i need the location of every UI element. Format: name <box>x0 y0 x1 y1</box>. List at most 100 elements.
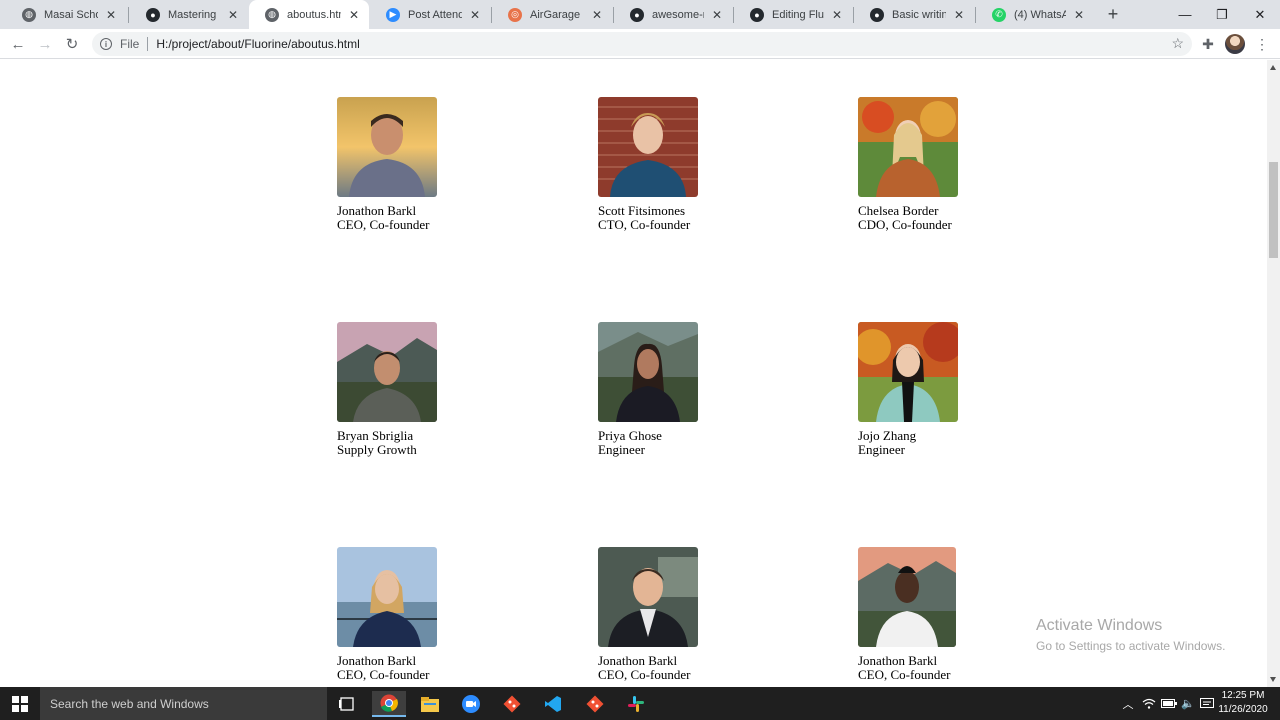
github-icon: ● <box>630 7 644 22</box>
close-icon[interactable]: ✕ <box>347 8 361 22</box>
team-member: Bryan Sbriglia Supply Growth <box>337 322 497 457</box>
tab-editing-fluorine[interactable]: ● Editing Fluorine ✕ <box>734 0 852 29</box>
globe-icon: ◍ <box>22 7 36 22</box>
vscode-icon[interactable] <box>536 691 570 717</box>
chrome-icon[interactable] <box>372 691 406 717</box>
tab-airgarage[interactable]: ◎ AirGarage ✕ <box>492 0 612 29</box>
windows-taskbar: Search the web and Windows ︿ 🔈 12:25 PM … <box>0 687 1280 720</box>
clock-date: 11/26/2020 <box>1218 704 1268 715</box>
globe-icon: ◍ <box>265 7 279 22</box>
tab-strip: ◍ Masai School ✕ ● Mastering Markdown ✕ … <box>0 0 1280 29</box>
bookmark-star-icon[interactable]: ☆ <box>1171 35 1184 52</box>
member-name: Jonathon Barkl <box>337 203 417 218</box>
new-tab-button[interactable]: + <box>1102 3 1124 25</box>
team-member: Jojo Zhang Engineer <box>858 322 1018 457</box>
team-member: Jonathon Barkl CEO, Co-founder <box>337 547 497 682</box>
tab-awesome-readme[interactable]: ● awesome-readme ✕ <box>614 0 732 29</box>
activate-windows-watermark: Activate Windows Go to Settings to activ… <box>1036 617 1225 653</box>
file-explorer-icon[interactable] <box>413 691 447 717</box>
battery-icon[interactable] <box>1160 687 1178 720</box>
watermark-title: Activate Windows <box>1036 617 1163 634</box>
github-icon: ● <box>146 7 160 22</box>
member-photo <box>598 97 698 197</box>
address-bar[interactable]: i File H:/project/about/Fluorine/aboutus… <box>92 32 1192 56</box>
task-view-icon[interactable] <box>330 691 364 717</box>
member-photo <box>858 97 958 197</box>
tab-label: Editing Fluorine <box>772 8 824 21</box>
team-member: Jonathon Barkl CEO, Co-founder <box>858 547 1018 682</box>
team-member: Priya Ghose Engineer <box>598 322 758 457</box>
tab-label: Post Attendee <box>408 8 462 21</box>
taskbar-clock[interactable]: 12:25 PM 11/26/2020 <box>1216 689 1270 717</box>
tab-label: Mastering Markdown <box>168 8 220 21</box>
close-icon[interactable]: ✕ <box>104 8 118 22</box>
address-scheme: File <box>120 37 140 51</box>
info-icon[interactable]: i <box>100 38 112 50</box>
tab-masai-school[interactable]: ◍ Masai School ✕ <box>6 0 126 29</box>
member-photo <box>337 547 437 647</box>
close-icon[interactable]: ✕ <box>1072 8 1086 22</box>
menu-icon[interactable]: ⋮ <box>1251 33 1273 55</box>
member-role: CEO, Co-founder <box>337 217 430 232</box>
member-photo <box>858 322 958 422</box>
member-role: CDO, Co-founder <box>858 217 952 232</box>
start-button[interactable] <box>0 687 40 720</box>
tab-separator <box>128 7 129 23</box>
close-icon[interactable]: ✕ <box>830 8 844 22</box>
back-button[interactable]: ← <box>7 33 29 55</box>
member-name: Priya Ghose <box>598 428 662 443</box>
taskbar-search-input[interactable]: Search the web and Windows <box>40 687 327 720</box>
page-scrollbar[interactable] <box>1267 60 1280 687</box>
member-photo <box>598 547 698 647</box>
tab-mastering-markdown[interactable]: ● Mastering Markdown ✕ <box>130 0 248 29</box>
team-member: Jonathon Barkl CEO, Co-founder <box>598 547 758 682</box>
profile-avatar[interactable] <box>1225 34 1245 54</box>
tab-whatsapp[interactable]: ✆ (4) WhatsApp ✕ <box>976 0 1094 29</box>
team-member: Scott Fitsimones CTO, Co-founder <box>598 97 758 232</box>
team-member: Jonathon Barkl CEO, Co-founder <box>337 97 497 232</box>
close-icon[interactable]: ✕ <box>710 8 724 22</box>
github-icon: ● <box>750 7 764 22</box>
member-photo <box>337 322 437 422</box>
tab-label: awesome-readme <box>652 8 704 21</box>
git-icon[interactable] <box>495 691 529 717</box>
windows-logo-icon <box>12 695 28 712</box>
scrollbar-thumb[interactable] <box>1269 162 1278 258</box>
scroll-down-arrow-icon[interactable] <box>1270 677 1276 682</box>
close-icon[interactable]: ✕ <box>226 8 240 22</box>
member-photo <box>858 547 956 647</box>
close-icon[interactable]: ✕ <box>952 8 966 22</box>
address-url[interactable]: H:/project/about/Fluorine/aboutus.html <box>156 37 359 51</box>
browser-toolbar: ← → ↻ i File H:/project/about/Fluorine/a… <box>0 29 1280 59</box>
airgarage-icon: ◎ <box>508 7 522 22</box>
show-hidden-icons-icon[interactable]: ︿ <box>1120 687 1136 720</box>
notifications-icon[interactable] <box>1198 687 1216 720</box>
tab-basic-writing[interactable]: ● Basic writing and ✕ <box>854 0 974 29</box>
tab-aboutus[interactable]: ◍ aboutus.html ✕ <box>249 0 369 29</box>
member-role: Engineer <box>858 442 905 457</box>
close-window-button[interactable]: ✕ <box>1237 0 1280 29</box>
member-name: Scott Fitsimones <box>598 203 686 218</box>
volume-icon[interactable]: 🔈 <box>1180 687 1196 720</box>
tab-label: aboutus.html <box>287 8 341 21</box>
zoom-icon[interactable] <box>454 691 488 717</box>
slack-icon[interactable] <box>619 691 653 717</box>
scroll-up-arrow-icon[interactable] <box>1270 65 1276 70</box>
close-icon[interactable]: ✕ <box>468 8 482 22</box>
member-role: CEO, Co-founder <box>337 667 430 682</box>
member-name: Jonathon Barkl <box>337 653 417 668</box>
team-member: Chelsea Border CDO, Co-founder <box>858 97 1018 232</box>
forward-button[interactable]: → <box>34 33 56 55</box>
page-viewport: Jonathon Barkl CEO, Co-founder Scott Fit… <box>0 60 1267 687</box>
member-photo <box>598 322 698 422</box>
wifi-icon[interactable] <box>1140 687 1158 720</box>
whatsapp-icon: ✆ <box>992 7 1006 22</box>
member-photo <box>337 97 437 197</box>
zoom-icon: ▶ <box>386 7 400 22</box>
git-icon[interactable] <box>578 691 612 717</box>
tab-post-attendee[interactable]: ▶ Post Attendee ✕ <box>370 0 490 29</box>
tab-label: Basic writing and <box>892 8 946 21</box>
close-icon[interactable]: ✕ <box>590 8 604 22</box>
extensions-icon[interactable]: ✚ <box>1197 33 1219 55</box>
reload-button[interactable]: ↻ <box>61 33 83 55</box>
